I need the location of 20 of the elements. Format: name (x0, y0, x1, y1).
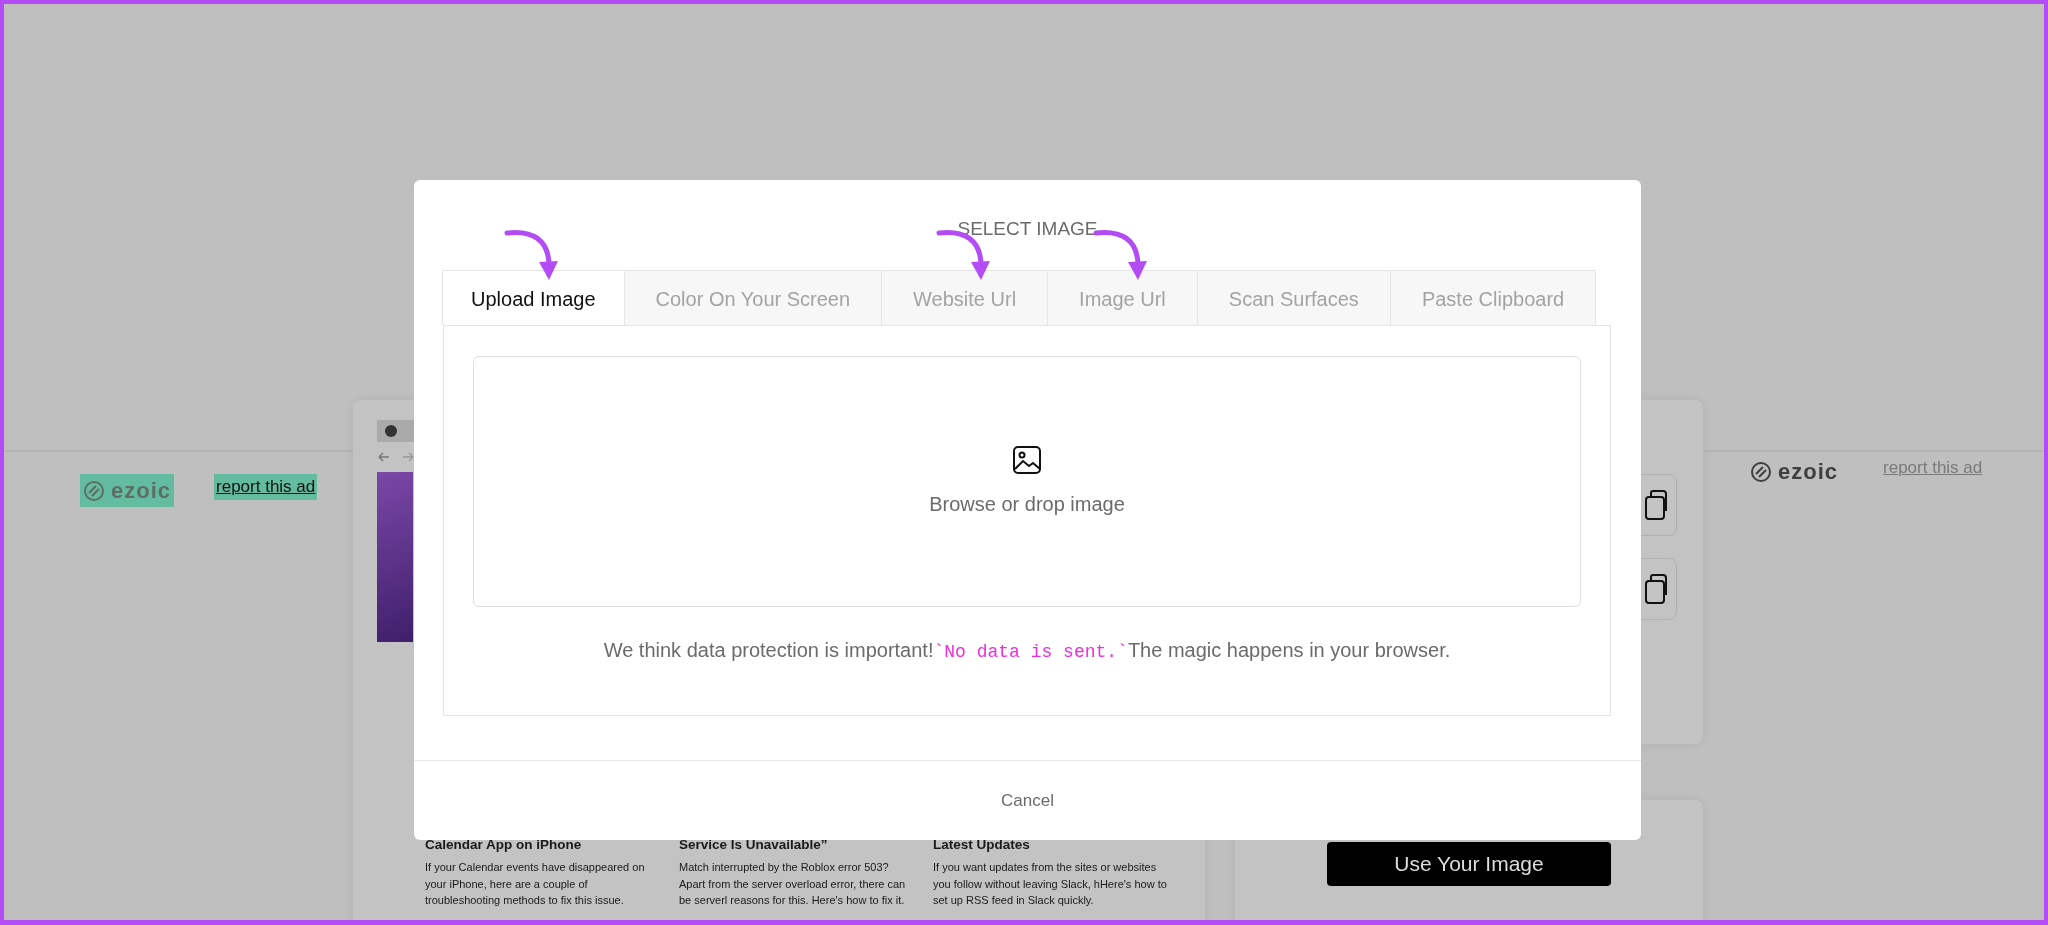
ezoic-logo: ezoic (80, 474, 175, 507)
navigation-arrows-icon (377, 450, 417, 464)
copy-icon (1644, 489, 1668, 521)
report-ad-link[interactable]: report this ad (214, 474, 318, 500)
browser-icon (385, 425, 397, 437)
article-summary: If you want updates from the sites or websites you follow without leaving Slack, hHere's how to set up RSS feed in Slack quickly. (933, 860, 1168, 909)
article-summary: If your Calendar events have disappeared on your iPhone, here are a couple of troubleshooting methods to fix this issue. (425, 860, 646, 909)
copy-icon (1644, 573, 1668, 605)
dropzone-text: Browse or drop image (929, 491, 1125, 517)
modal-title: SELECT IMAGE (956, 217, 1099, 241)
image-icon (1012, 444, 1042, 475)
logo-mark-icon (1750, 460, 1772, 483)
tab[interactable]: Upload Image (442, 270, 625, 325)
dropzone[interactable]: Browse or drop image (473, 356, 1581, 607)
article-summary: Match interrupted by the Roblox error 503? Apart from the server overload error, there can be serverl reasons for this. Here's how to fix it. (679, 860, 907, 909)
use-image-button[interactable]: Use Your Image (1327, 842, 1611, 886)
privacy-notice: We think data protection is important!`No data is sent.`The magic happens in your browser. (603, 638, 1451, 664)
logo-mark-icon (83, 479, 105, 502)
ezoic-logo: ezoic (1747, 455, 1842, 488)
cancel-button[interactable]: Cancel (995, 786, 1060, 815)
